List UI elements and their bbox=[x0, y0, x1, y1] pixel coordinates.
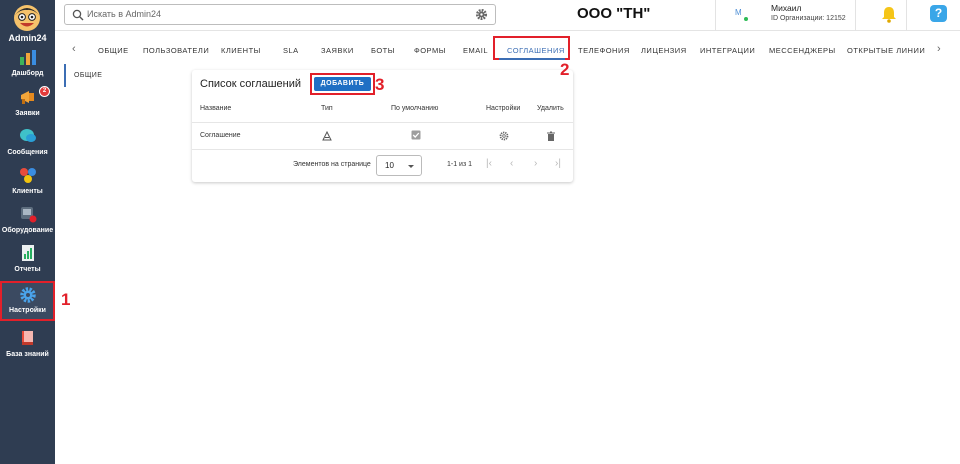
sidebar-item-label: Отчеты bbox=[14, 266, 41, 273]
megaphone-icon bbox=[21, 91, 34, 104]
tab-bots[interactable]: БОТЫ bbox=[371, 46, 395, 55]
requests-badge: 2 bbox=[39, 86, 50, 97]
tabs-scroll-right-icon[interactable]: › bbox=[937, 43, 941, 55]
book-icon bbox=[22, 331, 33, 345]
row-divider bbox=[192, 122, 573, 123]
sidebar-item-reports[interactable]: Отчеты bbox=[0, 241, 55, 279]
search-input[interactable]: Искать в Admin24 bbox=[64, 4, 496, 25]
search-settings-gear-icon[interactable] bbox=[475, 8, 488, 21]
agreement-type-icon bbox=[322, 131, 332, 141]
company-name: ООО "ТН" bbox=[577, 5, 651, 22]
card-title: Список соглашений bbox=[200, 78, 302, 90]
tab-open-lines[interactable]: ОТКРЫТЫЕ ЛИНИИ bbox=[847, 46, 925, 55]
column-header-delete: Удалить bbox=[537, 105, 564, 112]
tab-requests[interactable]: ЗАЯВКИ bbox=[321, 46, 354, 55]
chat-icon bbox=[20, 129, 36, 142]
tab-telephony[interactable]: ТЕЛЕФОНИЯ bbox=[578, 46, 630, 55]
sidebar-item-label: Заявки bbox=[15, 110, 40, 117]
tab-agreements[interactable]: СОГЛАШЕНИЯ bbox=[507, 46, 565, 55]
organization-id: ID Организации: 12152 bbox=[771, 15, 846, 22]
divider bbox=[906, 0, 907, 31]
tabs-scroll-left-icon[interactable]: ‹ bbox=[72, 43, 76, 55]
divider bbox=[715, 0, 716, 31]
tab-sla[interactable]: SLA bbox=[283, 46, 299, 55]
sidebar-item-dashboard[interactable]: Дашборд bbox=[0, 45, 55, 83]
agreement-name: Соглашение bbox=[200, 132, 241, 139]
help-icon[interactable]: ? bbox=[930, 5, 947, 22]
add-agreement-button-highlight[interactable]: ДОБАВИТЬ bbox=[310, 73, 375, 95]
gear-icon bbox=[20, 287, 36, 303]
items-per-page-value: 10 bbox=[385, 161, 394, 170]
first-page-icon[interactable]: |‹ bbox=[486, 158, 492, 169]
avatar[interactable]: M bbox=[735, 8, 742, 17]
last-page-icon[interactable]: ›| bbox=[555, 158, 561, 169]
items-per-page-label: Элементов на странице bbox=[293, 161, 371, 168]
online-status-dot bbox=[744, 17, 748, 21]
top-bar: Искать в Admin24 ООО "ТН" M Михаил ID Ор… bbox=[55, 0, 960, 31]
column-header-default: По умолчанию bbox=[391, 105, 439, 112]
bell-icon[interactable] bbox=[881, 6, 897, 23]
clients-icon bbox=[20, 168, 36, 183]
reports-icon bbox=[22, 245, 34, 261]
tab-general[interactable]: ОБЩИЕ bbox=[98, 46, 129, 55]
sidebar-item-requests[interactable]: 2 Заявки bbox=[0, 85, 55, 123]
active-tab-indicator bbox=[499, 58, 565, 60]
sidebar-item-label: Настройки bbox=[9, 307, 46, 314]
tab-forms[interactable]: ФОРМЫ bbox=[414, 46, 446, 55]
sidebar-item-label: Оборудование bbox=[1, 227, 54, 234]
tab-clients[interactable]: КЛИЕНТЫ bbox=[221, 46, 261, 55]
column-header-name: Название bbox=[200, 105, 232, 112]
settings-tabs: ‹ ОБЩИЕ ПОЛЬЗОВАТЕЛИ КЛИЕНТЫ SLA ЗАЯВКИ … bbox=[55, 36, 960, 62]
sidebar-item-equipment[interactable]: Оборудование bbox=[0, 202, 55, 240]
column-header-type: Тип bbox=[321, 105, 333, 112]
tab-messengers[interactable]: МЕССЕНДЖЕРЫ bbox=[769, 46, 836, 55]
side-menu-active-indicator bbox=[64, 64, 66, 87]
sidebar-item-messages[interactable]: Сообщения bbox=[0, 124, 55, 162]
step-marker-1: 1 bbox=[61, 290, 71, 309]
sidebar-item-knowledge-base[interactable]: База знаний bbox=[0, 326, 55, 364]
sidebar-item-label: Клиенты bbox=[12, 188, 43, 195]
tab-email[interactable]: EMAIL bbox=[463, 46, 488, 55]
brand-name: Admin24 bbox=[8, 33, 47, 43]
default-checkbox[interactable] bbox=[411, 130, 421, 140]
tab-integrations[interactable]: ИНТЕГРАЦИИ bbox=[700, 46, 755, 55]
chevron-down-icon bbox=[408, 165, 414, 168]
items-per-page-select[interactable]: 10 bbox=[376, 155, 422, 176]
divider bbox=[855, 0, 856, 31]
mascot-logo-icon[interactable] bbox=[11, 3, 43, 33]
previous-page-icon[interactable]: ‹ bbox=[510, 158, 513, 169]
sidebar-item-clients[interactable]: Клиенты bbox=[0, 163, 55, 201]
search-placeholder: Искать в Admin24 bbox=[87, 9, 162, 19]
sidebar-item-label: Дашборд bbox=[11, 70, 44, 77]
sidebar-item-label: База знаний bbox=[6, 351, 49, 358]
gear-icon[interactable] bbox=[499, 131, 509, 141]
dashboard-icon bbox=[20, 50, 36, 65]
step-marker-2: 2 bbox=[560, 60, 570, 79]
equipment-icon bbox=[21, 207, 37, 223]
pagination-range: 1-1 из 1 bbox=[447, 161, 473, 168]
tab-users[interactable]: ПОЛЬЗОВАТЕЛИ bbox=[143, 46, 209, 55]
sidebar: Admin24 Дашборд 2 Заявки Сообщения Клиен… bbox=[0, 0, 55, 464]
side-menu-item-general[interactable]: ОБЩИЕ bbox=[74, 72, 102, 79]
trash-icon[interactable] bbox=[546, 131, 556, 141]
user-name[interactable]: Михаил bbox=[771, 3, 801, 13]
step-marker-3: 3 bbox=[375, 75, 385, 94]
column-header-settings: Настройки bbox=[486, 105, 521, 112]
search-icon bbox=[72, 9, 84, 21]
sidebar-item-label: Сообщения bbox=[7, 149, 48, 156]
sidebar-item-settings[interactable]: Настройки bbox=[0, 281, 55, 321]
add-agreement-button[interactable]: ДОБАВИТЬ bbox=[314, 77, 371, 91]
tab-license[interactable]: ЛИЦЕНЗИЯ bbox=[641, 46, 687, 55]
row-divider bbox=[192, 149, 573, 150]
next-page-icon[interactable]: › bbox=[534, 158, 537, 169]
